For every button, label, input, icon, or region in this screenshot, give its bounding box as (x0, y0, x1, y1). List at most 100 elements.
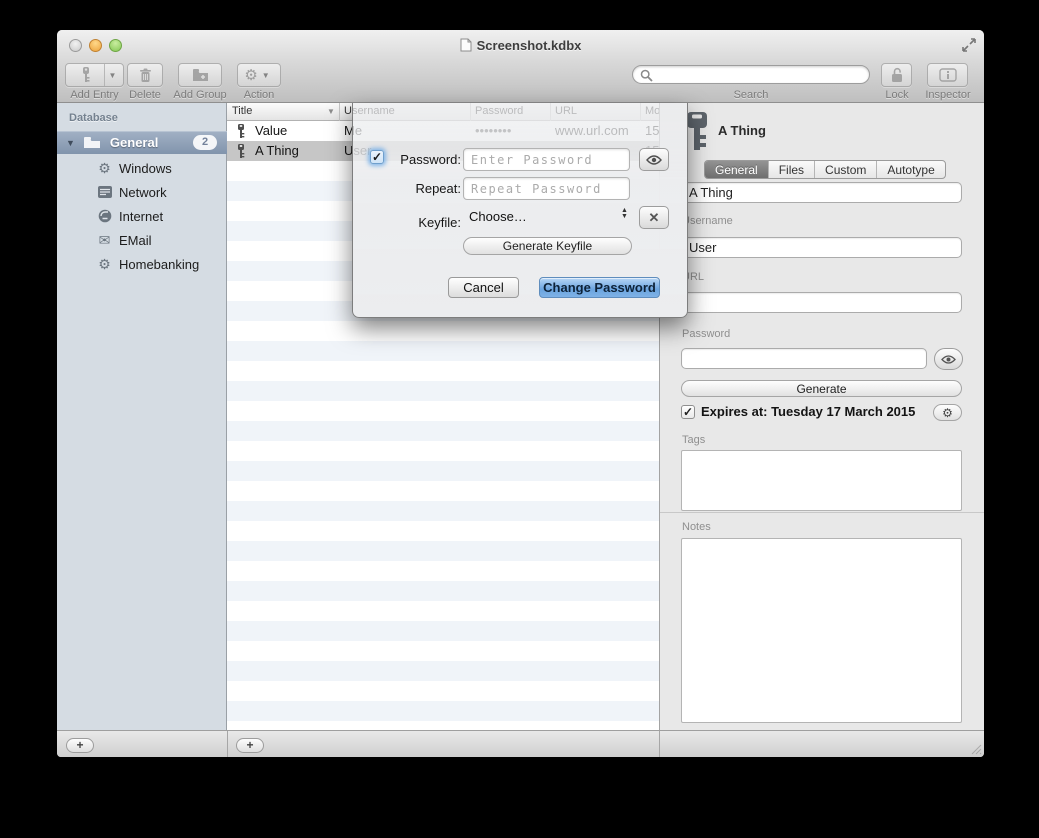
keyfile-popup[interactable]: Choose… (469, 209, 527, 224)
search-field[interactable] (632, 65, 870, 84)
tab-files[interactable]: Files (769, 161, 815, 178)
notes-label: Notes (682, 521, 711, 533)
chevron-down-icon: ▼ (258, 71, 274, 80)
sidebar-item-windows[interactable]: ⚙ Windows (57, 156, 227, 180)
clear-keyfile-button[interactable]: ✕ (639, 206, 669, 229)
server-icon (96, 186, 113, 198)
sidebar-item-network[interactable]: Network (57, 180, 227, 204)
cancel-button[interactable]: Cancel (448, 277, 519, 298)
title-field[interactable] (681, 182, 962, 203)
pane-divider (227, 731, 228, 757)
key-icon (236, 124, 246, 138)
password-label: Password (682, 328, 730, 340)
add-group-label: Add Group (170, 89, 230, 101)
generate-keyfile-button[interactable]: Generate Keyfile (463, 237, 632, 255)
sidebar-item-label: EMail (119, 233, 152, 248)
pane-divider (659, 731, 660, 757)
password-field[interactable] (681, 348, 927, 369)
dialog-repeat-label: Repeat: (389, 181, 461, 196)
inspector-panel: A Thing General Files Custom Autotype Us… (659, 103, 984, 730)
add-group-footer-button[interactable]: + (66, 738, 94, 753)
group-count-badge: 2 (193, 135, 217, 150)
tags-field[interactable] (681, 450, 962, 511)
lock-label: Lock (872, 89, 922, 101)
password-checkbox[interactable]: ✓ (370, 150, 384, 164)
tab-general[interactable]: General (705, 161, 769, 178)
chevron-down-icon: ▼ (105, 71, 121, 80)
expires-label: Expires at: Tuesday 17 March 2015 (701, 404, 915, 419)
sidebar-item-label: Homebanking (119, 257, 199, 272)
inspector-label: Inspector (918, 89, 978, 101)
screen-background: Screenshot.kdbx ▼ Add Entry Delete (0, 0, 1039, 838)
sidebar-item-label: Windows (119, 161, 172, 176)
username-field[interactable] (681, 237, 962, 258)
envelope-icon: ✉ (96, 233, 113, 247)
sidebar-item-label: Network (119, 185, 167, 200)
cell-title: Value (255, 123, 287, 138)
expires-checkbox[interactable]: ✓ (681, 405, 695, 419)
action-button[interactable]: ⚙ ▼ (237, 63, 281, 87)
sidebar-item-homebanking[interactable]: ⚙ Homebanking (57, 252, 227, 276)
window-title-row: Screenshot.kdbx (57, 38, 984, 53)
tags-label: Tags (682, 434, 705, 446)
sidebar: Database ▼ General 2 ⚙ Windows (57, 103, 227, 730)
cell-title: A Thing (255, 143, 299, 158)
window-title: Screenshot.kdbx (477, 38, 582, 53)
search-icon (640, 69, 653, 82)
expires-settings-button[interactable]: ⚙ (933, 404, 962, 421)
stepper-icon[interactable]: ▲▼ (621, 208, 628, 220)
reveal-password-button[interactable] (639, 148, 669, 171)
expires-row: ✓ Expires at: Tuesday 17 March 2015 (681, 404, 915, 419)
info-icon (939, 68, 957, 82)
sidebar-item-internet[interactable]: Internet (57, 204, 227, 228)
sort-indicator-icon: ▼ (327, 107, 335, 116)
trash-icon (139, 68, 152, 83)
delete-label: Delete (120, 89, 170, 101)
add-entry-footer-button[interactable]: + (236, 738, 264, 753)
delete-button[interactable] (127, 63, 163, 87)
dialog-repeat-input[interactable] (463, 177, 630, 200)
url-field[interactable] (681, 292, 962, 313)
dialog-password-input[interactable] (463, 148, 630, 171)
sidebar-group-label: General (110, 135, 158, 150)
column-header-title[interactable]: Title (232, 105, 252, 117)
bottom-bar: + + (57, 730, 984, 757)
search-input[interactable] (657, 67, 862, 82)
change-password-button[interactable]: Change Password (539, 277, 660, 298)
reveal-password-button[interactable] (934, 348, 963, 370)
fullscreen-icon[interactable] (962, 38, 976, 52)
key-icon (236, 144, 246, 158)
window-chrome: Screenshot.kdbx ▼ Add Entry Delete (57, 30, 984, 103)
add-entry-button[interactable]: ▼ (65, 63, 124, 87)
inspector-button[interactable] (927, 63, 968, 87)
globe-icon (96, 209, 113, 223)
folder-icon (83, 136, 101, 149)
add-group-button[interactable] (178, 63, 222, 87)
folder-plus-icon (192, 68, 209, 82)
notes-field[interactable] (681, 538, 962, 723)
generate-button[interactable]: Generate (681, 380, 962, 397)
change-password-dialog: ✓ Password: Repeat: Keyfile: Choose… ▲▼ … (352, 103, 688, 318)
add-entry-label: Add Entry (65, 89, 124, 101)
app-window: Screenshot.kdbx ▼ Add Entry Delete (57, 30, 984, 757)
dialog-password-label: Password: (389, 152, 461, 167)
column-divider[interactable] (339, 103, 340, 121)
lock-button[interactable] (881, 63, 912, 87)
inspector-tabs: General Files Custom Autotype (704, 160, 946, 179)
search-label: Search (632, 89, 870, 101)
unlock-icon (890, 67, 904, 83)
tab-autotype[interactable]: Autotype (877, 161, 944, 178)
inspector-entry-title: A Thing (718, 123, 766, 138)
key-icon (69, 67, 104, 83)
gear-icon: ⚙ (96, 257, 113, 271)
sidebar-item-email[interactable]: ✉ EMail (57, 228, 227, 252)
tab-custom[interactable]: Custom (815, 161, 877, 178)
gear-icon: ⚙ (244, 68, 257, 83)
sidebar-group-general[interactable]: ▼ General 2 (57, 131, 227, 154)
document-icon (460, 38, 472, 52)
sidebar-section-header: Database (69, 112, 118, 124)
resize-grip[interactable] (970, 743, 982, 755)
sidebar-item-label: Internet (119, 209, 163, 224)
disclosure-triangle-icon[interactable]: ▼ (66, 138, 75, 148)
dialog-keyfile-label: Keyfile: (389, 215, 461, 230)
